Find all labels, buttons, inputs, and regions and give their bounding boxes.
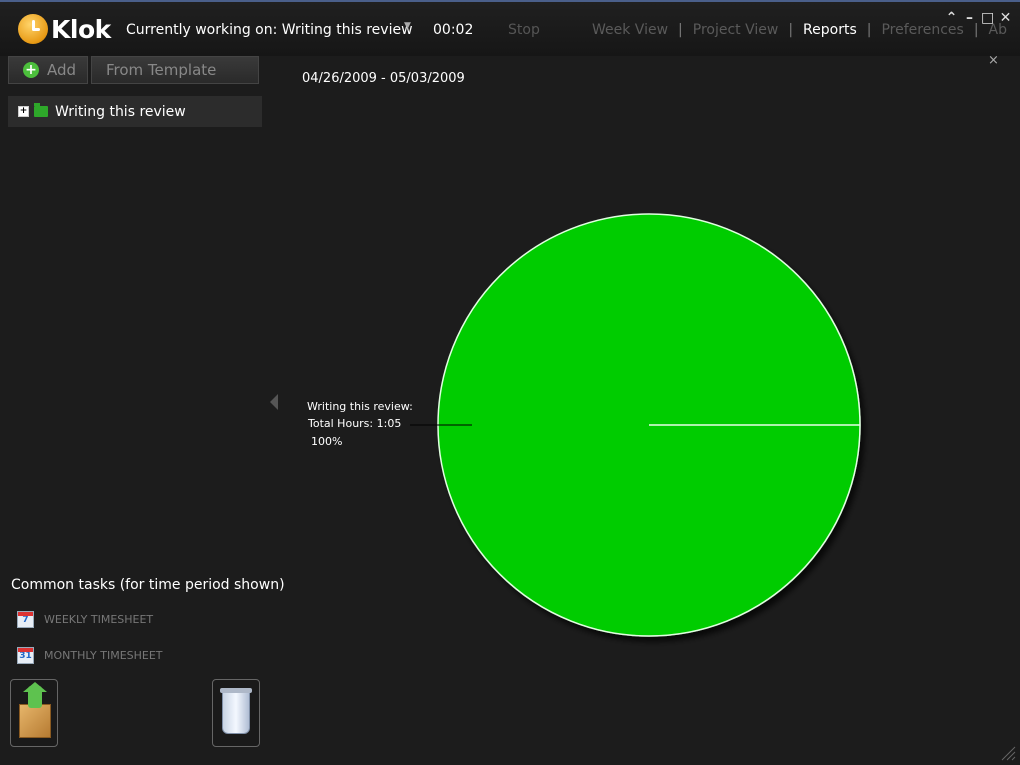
monthly-timesheet-label: MONTHLY TIMESHEET bbox=[44, 649, 163, 662]
trash-icon bbox=[220, 688, 252, 734]
slice-name-label: Writing this review: bbox=[307, 400, 413, 413]
import-button[interactable] bbox=[10, 679, 58, 747]
trash-button[interactable] bbox=[212, 679, 260, 747]
common-tasks-title: Common tasks (for time period shown) bbox=[11, 577, 285, 593]
monthly-timesheet-link[interactable]: 31 MONTHLY TIMESHEET bbox=[17, 647, 163, 664]
resize-grip-icon[interactable] bbox=[1000, 745, 1016, 761]
import-box-icon bbox=[19, 704, 51, 738]
pie-slices bbox=[437, 213, 861, 637]
calendar-31-icon: 31 bbox=[17, 647, 34, 664]
slice-total-label: Total Hours: 1:05 bbox=[308, 417, 402, 430]
slice-percent-label: 100% bbox=[311, 435, 343, 448]
upload-arrow-icon bbox=[23, 682, 47, 708]
weekly-timesheet-label: WEEKLY TIMESHEET bbox=[44, 613, 154, 626]
weekly-timesheet-link[interactable]: 7 WEEKLY TIMESHEET bbox=[17, 611, 153, 628]
calendar-7-icon: 7 bbox=[17, 611, 34, 628]
